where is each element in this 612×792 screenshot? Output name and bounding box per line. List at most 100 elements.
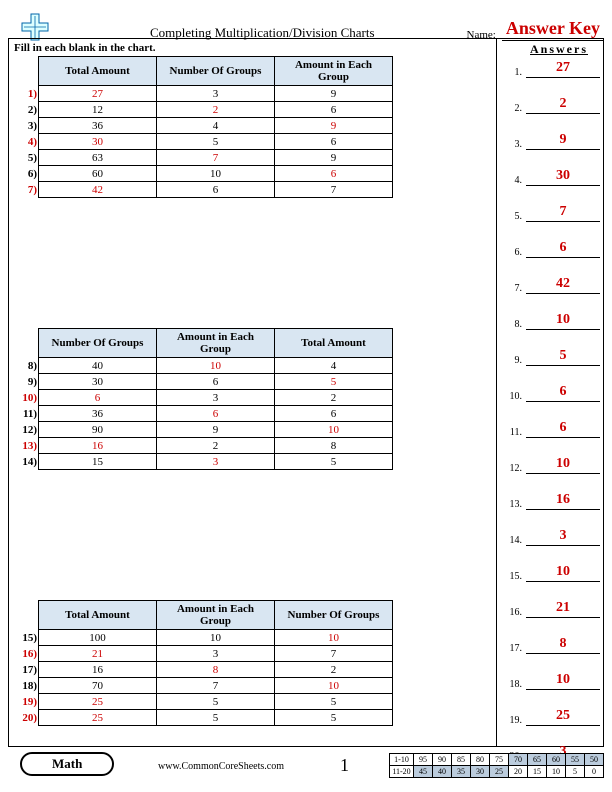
- cell: 10: [157, 630, 275, 646]
- cell: 3: [157, 390, 275, 406]
- chart-table-block: Number Of GroupsAmount in Each GroupTota…: [12, 328, 492, 470]
- row-number: 2): [15, 104, 37, 116]
- answer-row: 8.10: [504, 312, 600, 330]
- row-number: 4): [15, 136, 37, 148]
- answer-row: 10.6: [504, 384, 600, 402]
- cell: 10: [157, 358, 275, 374]
- answer-value: 10: [526, 456, 600, 474]
- cell: 122): [39, 102, 157, 118]
- answer-row: 19.25: [504, 708, 600, 726]
- chart-table: Total AmountNumber Of GroupsAmount in Ea…: [38, 56, 393, 198]
- row-number: 5): [15, 152, 37, 164]
- table-row: 2520)55: [39, 710, 393, 726]
- answer-number: 2.: [504, 103, 522, 114]
- cell: 2: [275, 390, 393, 406]
- table-row: 122)26: [39, 102, 393, 118]
- answer-value: 10: [526, 564, 600, 582]
- answer-value: 27: [526, 60, 600, 78]
- row-number: 16): [15, 648, 37, 660]
- column-header: Number Of Groups: [39, 329, 157, 358]
- answer-row: 2.2: [504, 96, 600, 114]
- cell: 5: [275, 694, 393, 710]
- row-number: 19): [15, 696, 37, 708]
- row-number: 8): [15, 360, 37, 372]
- answer-number: 16.: [504, 607, 522, 618]
- cell: 2: [157, 438, 275, 454]
- row-number: 1): [15, 88, 37, 100]
- answer-row: 9.5: [504, 348, 600, 366]
- site-url: www.CommonCoreSheets.com: [158, 761, 284, 772]
- chart-table-block: Total AmountNumber Of GroupsAmount in Ea…: [12, 56, 492, 198]
- answer-number: 19.: [504, 715, 522, 726]
- answer-value: 21: [526, 600, 600, 618]
- cell: 10: [275, 630, 393, 646]
- answer-row: 11.6: [504, 420, 600, 438]
- cell: 5: [157, 710, 275, 726]
- table-row: 606)106: [39, 166, 393, 182]
- table-row: 309)65: [39, 374, 393, 390]
- cell: 5: [275, 374, 393, 390]
- chart-table: Number Of GroupsAmount in Each GroupTota…: [38, 328, 393, 470]
- page-number: 1: [340, 755, 349, 776]
- answer-number: 6.: [504, 247, 522, 258]
- answer-number: 11.: [504, 427, 522, 438]
- cell: 2116): [39, 646, 157, 662]
- cell: 9: [275, 150, 393, 166]
- cell: 6: [275, 134, 393, 150]
- answer-number: 8.: [504, 319, 522, 330]
- table-row: 2116)37: [39, 646, 393, 662]
- column-header: Amount in Each Group: [275, 57, 393, 86]
- cell: 10: [275, 422, 393, 438]
- table-row: 1514)35: [39, 454, 393, 470]
- answer-row: 15.10: [504, 564, 600, 582]
- answer-value: 5: [526, 348, 600, 366]
- answer-number: 3.: [504, 139, 522, 150]
- cell: 271): [39, 86, 157, 102]
- answer-row: 16.21: [504, 600, 600, 618]
- cell: 6: [157, 406, 275, 422]
- cell: 3: [157, 646, 275, 662]
- table-row: 408)104: [39, 358, 393, 374]
- cell: 427): [39, 182, 157, 198]
- cell: 5: [157, 134, 275, 150]
- cell: 6: [275, 406, 393, 422]
- cell: 6: [157, 374, 275, 390]
- answer-number: 5.: [504, 211, 522, 222]
- cell: 6: [275, 102, 393, 118]
- answer-number: 9.: [504, 355, 522, 366]
- table-row: 610)32: [39, 390, 393, 406]
- column-header: Total Amount: [39, 57, 157, 86]
- cell: 5: [275, 454, 393, 470]
- answer-value: 9: [526, 132, 600, 150]
- answer-value: 10: [526, 312, 600, 330]
- answer-value: 42: [526, 276, 600, 294]
- cell: 7: [275, 182, 393, 198]
- score-grid: 1-10 95 90 85 80 75 70 65 60 55 50 11-20…: [389, 753, 604, 778]
- cell: 363): [39, 118, 157, 134]
- answer-row: 3.9: [504, 132, 600, 150]
- chart-table-block: Total AmountAmount in Each GroupNumber O…: [12, 600, 492, 726]
- cell: 309): [39, 374, 157, 390]
- table-row: 271)39: [39, 86, 393, 102]
- score-row-label: 11-20: [390, 766, 414, 778]
- column-header: Total Amount: [39, 601, 157, 630]
- answer-row: 18.10: [504, 672, 600, 690]
- answer-number: 18.: [504, 679, 522, 690]
- answer-number: 12.: [504, 463, 522, 474]
- cell: 6: [157, 182, 275, 198]
- answer-row: 17.8: [504, 636, 600, 654]
- column-header: Amount in Each Group: [157, 329, 275, 358]
- cell: 7018): [39, 678, 157, 694]
- cell: 7: [157, 150, 275, 166]
- cell: 610): [39, 390, 157, 406]
- cell: 9: [275, 118, 393, 134]
- answer-number: 17.: [504, 643, 522, 654]
- column-header: Total Amount: [275, 329, 393, 358]
- cell: 10015): [39, 630, 157, 646]
- cell: 8: [157, 662, 275, 678]
- row-number: 6): [15, 168, 37, 180]
- answers-column: 1.272.23.94.305.76.67.428.109.510.611.61…: [504, 60, 600, 780]
- cell: 2519): [39, 694, 157, 710]
- cell: 304): [39, 134, 157, 150]
- cell: 9012): [39, 422, 157, 438]
